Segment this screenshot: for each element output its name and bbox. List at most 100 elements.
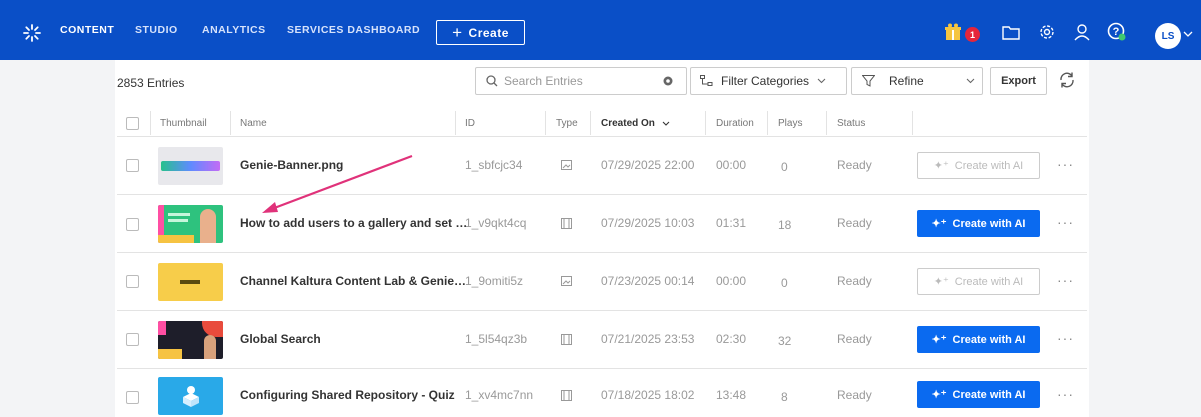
entry-status: Ready <box>837 332 872 346</box>
row-checkbox[interactable] <box>126 275 139 288</box>
column-divider <box>230 111 231 135</box>
entry-thumbnail[interactable] <box>158 205 223 243</box>
header-duration[interactable]: Duration <box>716 118 754 129</box>
entry-thumbnail[interactable] <box>158 321 223 359</box>
entry-name[interactable]: Configuring Shared Repository - Quiz <box>240 388 455 402</box>
nav-services-dashboard[interactable]: SERVICES DASHBOARD <box>287 24 420 36</box>
more-options-icon[interactable]: ··· <box>1057 214 1074 230</box>
create-with-ai-button[interactable]: ✦⁺ Create with AI <box>917 381 1040 408</box>
gift-icon[interactable] <box>942 21 964 43</box>
thumbnail-image <box>161 161 220 171</box>
search-input[interactable] <box>504 74 644 88</box>
entry-duration: 01:31 <box>716 216 747 230</box>
plus-icon: + <box>452 23 463 42</box>
thumbnail-image <box>158 321 166 335</box>
row-checkbox[interactable] <box>126 333 139 346</box>
user-icon[interactable] <box>1071 21 1093 43</box>
refresh-icon[interactable] <box>1058 71 1076 89</box>
search-settings-gear-icon[interactable] <box>662 75 674 87</box>
entry-duration: 02:30 <box>716 332 747 346</box>
thumbnail-image <box>180 280 200 284</box>
image-type-icon <box>561 160 572 170</box>
search-box[interactable] <box>475 67 687 95</box>
column-divider <box>590 111 591 135</box>
nav-analytics[interactable]: ANALYTICS <box>202 24 266 36</box>
entry-id: 1_9omiti5z <box>465 274 524 288</box>
sparkle-icon: ✦⁺ <box>931 218 947 230</box>
entry-id: 1_5l54qz3b <box>465 332 528 346</box>
create-with-ai-label: Create with AI <box>952 333 1026 346</box>
video-type-icon <box>561 218 572 229</box>
sparkle-icon: ✦⁺ <box>933 160 949 172</box>
header-status: Status <box>837 118 866 129</box>
header-thumbnail: Thumbnail <box>160 118 207 129</box>
nav-studio[interactable]: STUDIO <box>135 24 178 36</box>
table-row[interactable]: Configuring Shared Repository - Quiz 1_x… <box>117 369 1087 417</box>
entry-status: Ready <box>837 274 872 288</box>
filter-categories-button[interactable]: Filter Categories <box>690 67 847 95</box>
header-created-on[interactable]: Created On <box>601 118 670 129</box>
row-checkbox[interactable] <box>126 159 139 172</box>
more-options-icon[interactable]: ··· <box>1057 272 1074 288</box>
user-avatar[interactable]: LS <box>1155 23 1181 49</box>
entry-id: 1_v9qkt4cq <box>465 216 527 230</box>
header-type[interactable]: Type <box>556 118 578 129</box>
thumbnail-image <box>204 335 216 359</box>
entry-thumbnail[interactable] <box>158 263 223 301</box>
folder-icon[interactable] <box>1000 21 1022 43</box>
header-name[interactable]: Name <box>240 118 267 129</box>
entry-id: 1_xv4mc7nn <box>465 388 534 402</box>
more-options-icon[interactable]: ··· <box>1057 386 1074 402</box>
entry-thumbnail[interactable] <box>158 377 223 415</box>
entry-duration: 00:00 <box>716 274 747 288</box>
create-with-ai-button[interactable]: ✦⁺ Create with AI <box>917 268 1040 295</box>
export-button[interactable]: Export <box>990 67 1047 95</box>
video-type-icon <box>561 334 572 345</box>
create-with-ai-label: Create with AI <box>954 159 1024 172</box>
help-icon[interactable]: ? <box>1106 21 1128 43</box>
create-with-ai-button[interactable]: ✦⁺ Create with AI <box>917 326 1040 353</box>
create-with-ai-label: Create with AI <box>952 388 1026 401</box>
thumbnail-image <box>168 213 190 216</box>
create-label: Create <box>468 25 509 40</box>
entry-duration: 00:00 <box>716 158 747 172</box>
create-with-ai-button[interactable]: ✦⁺ Create with AI <box>917 210 1040 237</box>
create-button[interactable]: + Create <box>436 20 525 45</box>
column-divider <box>545 111 546 135</box>
refine-button[interactable]: Refine <box>851 67 983 95</box>
table-row[interactable]: Global Search 1_5l54qz3b 07/21/2025 23:5… <box>117 311 1087 369</box>
entry-created-on: 07/29/2025 10:03 <box>601 216 695 230</box>
more-options-icon[interactable]: ··· <box>1057 156 1074 172</box>
entry-id: 1_sbfcjc34 <box>465 158 523 172</box>
create-with-ai-button[interactable]: ✦⁺ Create with AI <box>917 152 1040 179</box>
entry-name[interactable]: Channel Kaltura Content Lab & Genie… <box>240 274 466 288</box>
filter-categories-label: Filter Categories <box>721 74 810 88</box>
header-plays[interactable]: Plays <box>778 118 802 129</box>
entry-status: Ready <box>837 388 872 402</box>
entry-status: Ready <box>837 158 872 172</box>
annotation-arrow-icon <box>262 154 413 213</box>
header-id[interactable]: ID <box>465 118 475 129</box>
nav-content[interactable]: CONTENT <box>60 24 114 36</box>
more-options-icon[interactable]: ··· <box>1057 330 1074 346</box>
entry-duration: 13:48 <box>716 388 747 402</box>
row-checkbox[interactable] <box>126 391 139 404</box>
thumbnail-image <box>158 349 182 359</box>
entry-thumbnail[interactable] <box>158 147 223 185</box>
chevron-down-icon <box>817 78 826 84</box>
chevron-down-icon[interactable] <box>1183 31 1193 37</box>
refine-label: Refine <box>889 74 924 88</box>
entry-name[interactable]: Global Search <box>240 332 321 346</box>
settings-gear-icon[interactable] <box>1036 21 1058 43</box>
table-row[interactable]: Channel Kaltura Content Lab & Genie… 1_9… <box>117 253 1087 311</box>
column-divider <box>150 111 151 135</box>
kaltura-logo-icon[interactable] <box>23 24 41 42</box>
row-checkbox[interactable] <box>126 218 139 231</box>
thumbnail-image <box>168 219 188 222</box>
entry-created-on: 07/18/2025 18:02 <box>601 388 695 402</box>
create-with-ai-label: Create with AI <box>954 275 1024 288</box>
notification-badge: 1 <box>965 27 980 42</box>
entries-count: 2853 Entries <box>117 76 185 90</box>
search-icon <box>486 75 498 87</box>
select-all-checkbox[interactable] <box>126 117 139 130</box>
